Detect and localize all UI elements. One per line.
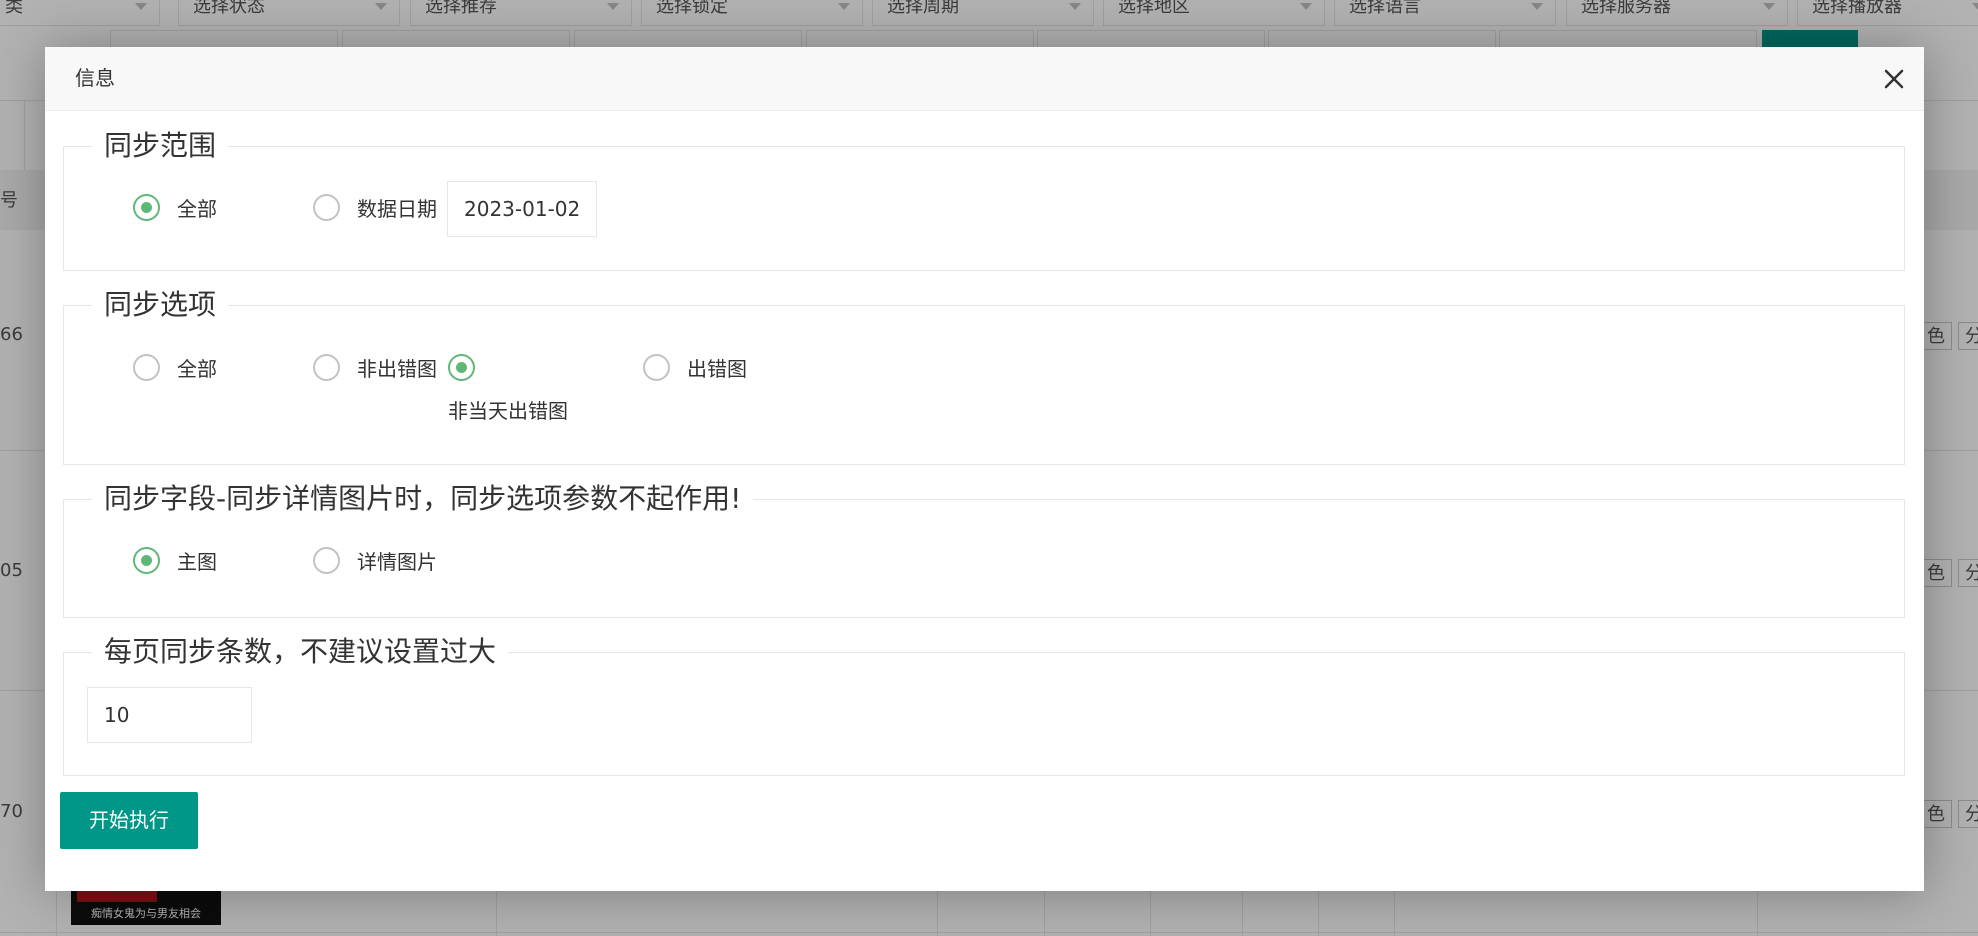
radio-label: 全部: [177, 357, 217, 381]
radio-unchecked-icon: [313, 547, 340, 574]
sync-fields-legend: 同步字段-同步详情图片时，同步选项参数不起作用!: [92, 480, 754, 518]
dialog-header: 信息: [45, 47, 1924, 111]
radio-label: 全部: [177, 197, 217, 221]
radio-checked-icon: [133, 547, 160, 574]
radio-unchecked-icon: [313, 194, 340, 221]
radio-unchecked-icon: [643, 354, 670, 381]
per-page-fieldset: 每页同步条数，不建议设置过大 10: [63, 633, 1905, 776]
radio-label: 非出错图: [357, 357, 437, 381]
sync-range-fieldset: 同步范围 全部 数据日期 2023-01-02: [63, 127, 1905, 271]
data-date-input[interactable]: 2023-01-02: [447, 181, 597, 237]
per-page-legend: 每页同步条数，不建议设置过大: [92, 633, 509, 671]
radio-unchecked-icon: [313, 354, 340, 381]
radio-checked-icon: [448, 354, 475, 381]
radio-label: 数据日期: [357, 197, 437, 221]
sync-options-legend: 同步选项: [92, 286, 229, 324]
close-icon: [1884, 69, 1904, 89]
radio-label: 主图: [177, 550, 217, 574]
start-execute-button[interactable]: 开始执行: [60, 792, 198, 849]
radio-label: 出错图: [687, 357, 747, 381]
sync-range-legend: 同步范围: [92, 127, 229, 165]
close-button[interactable]: [1878, 63, 1910, 95]
radio-checked-icon: [133, 194, 160, 221]
radio-unchecked-icon: [133, 354, 160, 381]
radio-label: 详情图片: [357, 550, 437, 574]
sync-options-radio-non-today-error[interactable]: 非当天出错图: [448, 354, 588, 426]
info-dialog: 信息 同步范围 全部 数据日期 2023-01-02 同步选项 全部 非出错图: [45, 47, 1924, 891]
dialog-title: 信息: [75, 66, 115, 90]
sync-fields-fieldset: 同步字段-同步详情图片时，同步选项参数不起作用! 主图 详情图片: [63, 480, 1905, 618]
radio-label: 非当天出错图: [448, 399, 568, 423]
sync-options-fieldset: 同步选项 全部 非出错图 非当天出错图 出错图: [63, 286, 1905, 465]
per-page-input[interactable]: 10: [87, 687, 252, 743]
